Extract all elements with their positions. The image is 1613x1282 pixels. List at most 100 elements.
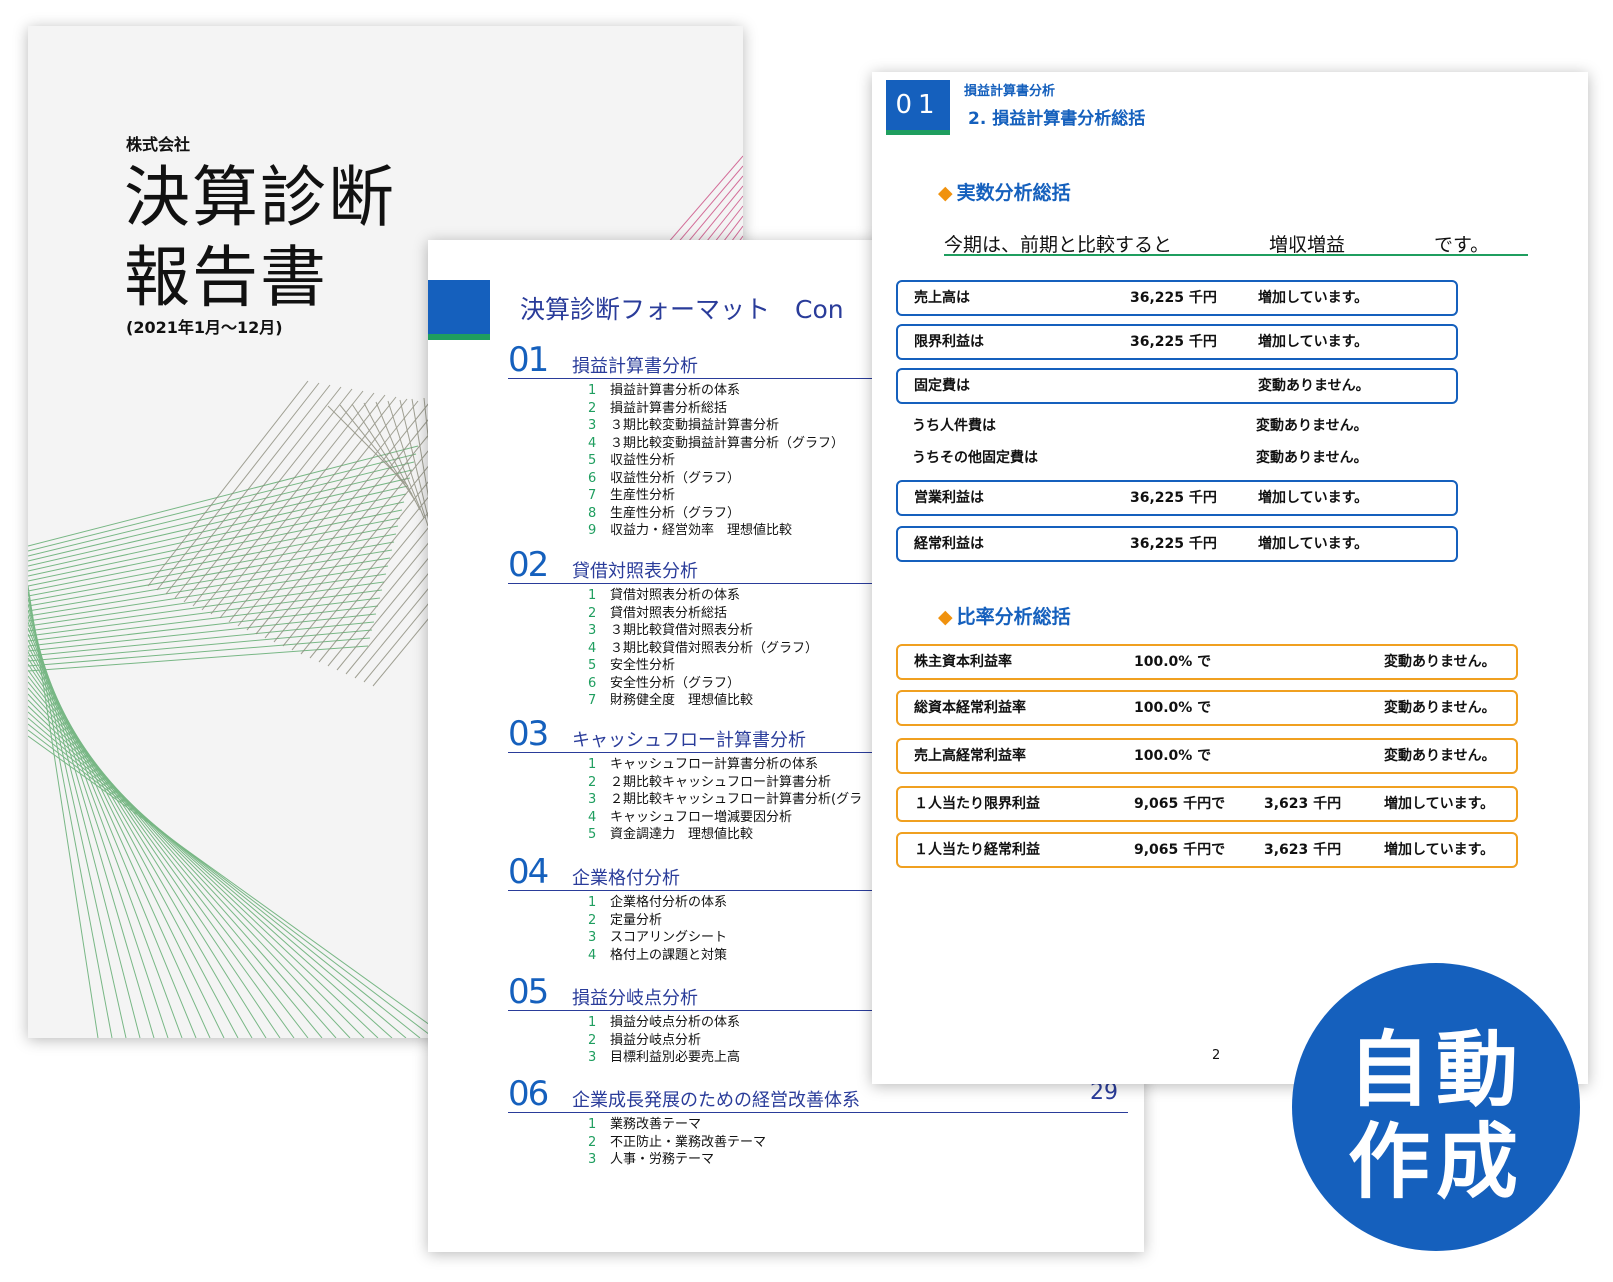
toc-item[interactable]: 1 貸借対照表分析の体系 (588, 587, 818, 605)
toc-item[interactable]: 4 キャッシュフロー増減要因分析 (588, 809, 862, 827)
toc-item[interactable]: 4 ３期比較変動損益計算書分析（グラフ） (588, 435, 844, 453)
toc-item[interactable]: 5 資金調達力 理想値比較 (588, 826, 862, 844)
row-label: うち人件費は (912, 418, 996, 434)
toc-item-title: 収益力・経営効率 理想値比較 (610, 523, 793, 538)
actual-analysis-row: 営業利益は 36,225 千円 増加しています。 (896, 480, 1458, 516)
row-status: 変動ありません。 (1384, 748, 1496, 764)
toc-item[interactable]: 3 ３期比較貸借対照表分析 (588, 622, 818, 640)
cover-decorative-line (28, 453, 417, 552)
cover-decorative-line (28, 687, 337, 1038)
toc-section-number: 02 (508, 545, 549, 585)
statement-result: 増収増益 (1269, 234, 1346, 256)
toc-item-number: 1 (588, 1015, 597, 1030)
cover-title-line1: 決算診断 (124, 159, 396, 236)
toc-item-title: ３期比較変動損益計算書分析 (610, 418, 780, 433)
row-status: 変動ありません。 (1384, 700, 1496, 716)
cover-decorative-line (28, 621, 375, 657)
row-value: 9,065 千円で (1134, 796, 1226, 812)
toc-item[interactable]: 2 貸借対照表分析総括 (588, 605, 818, 623)
toc-item[interactable]: 5 安全性分析 (588, 657, 818, 675)
toc-item-title: ３期比較貸借対照表分析 (610, 623, 754, 638)
toc-item[interactable]: 3 スコアリングシート (588, 929, 727, 947)
cover-decorative-line (165, 384, 331, 595)
cover-decorative-line (28, 663, 281, 1038)
row-extra: 3,623 千円 (1264, 796, 1342, 812)
toc-item-list: 1 損益計算書分析の体系 2 損益計算書分析総括 3 ３期比較変動損益計算書分析 4 ３期比較… (588, 382, 844, 540)
toc-item-title: ３期比較変動損益計算書分析（グラフ） (610, 435, 845, 451)
row-status: 増加しています。 (1384, 796, 1495, 812)
toc-item[interactable]: 2 定量分析 (588, 912, 727, 930)
toc-item[interactable]: 1 キャッシュフロー計算書分析の体系 (588, 756, 862, 774)
actual-analysis-row: 固定費は 変動ありません。 (896, 368, 1458, 404)
toc-section-title[interactable]: 損益分岐点分析 (572, 984, 698, 1010)
ratio-analysis-row: １人当たり経常利益 9,065 千円で 3,623 千円 増加しています。 (896, 832, 1518, 868)
actual-analysis-heading-text: 実数分析総括 (956, 182, 1071, 204)
ratio-analysis-row: 売上高経常利益率 100.0% で 変動ありません。 (896, 738, 1518, 774)
toc-item-number: 8 (588, 505, 597, 521)
toc-item[interactable]: 7 財務健全度 理想値比較 (588, 692, 818, 710)
toc-item[interactable]: 2 損益計算書分析総括 (588, 400, 844, 418)
toc-item[interactable]: 1 損益分岐点分析の体系 (588, 1014, 740, 1032)
toc-section-title[interactable]: 企業成長発展のための経営改善体系 (572, 1086, 860, 1112)
cover-period: (2021年1月～12月) (126, 318, 283, 337)
toc-item[interactable]: 6 収益性分析（グラフ） (588, 470, 844, 488)
toc-section-number: 03 (508, 714, 549, 754)
toc-item-number: 7 (588, 693, 597, 708)
toc-section-title[interactable]: キャッシュフロー計算書分析 (572, 726, 806, 752)
row-value: 36,225 千円 (1130, 490, 1217, 506)
statement-left: 今期は、前期と比較すると (944, 234, 1173, 256)
toc-item-title: 不正防止・業務改善テーマ (610, 1134, 767, 1150)
cover-decorative-line (28, 645, 239, 1038)
actual-analysis-row: うちその他固定費は 変動ありません。 (896, 442, 1458, 478)
toc-item-number: 6 (588, 675, 597, 691)
summary-page: 01 損益計算書分析 2. 損益計算書分析総括 ◆ 実数分析総括 今期は、前期と比… (872, 72, 1588, 1084)
toc-item-title: 損益分岐点分析の体系 (610, 1015, 741, 1030)
cover-company-label: 株式会社 (126, 135, 191, 154)
toc-item[interactable]: 3 人事・労務テーマ (588, 1151, 766, 1169)
toc-item[interactable]: 8 生産性分析（グラフ） (588, 505, 844, 523)
row-label: 総資本経常利益率 (914, 700, 1026, 716)
cover-decorative-line (28, 477, 411, 567)
toc-section-title[interactable]: 損益計算書分析 (572, 352, 698, 378)
cover-decorative-line (147, 380, 309, 587)
cover-decorative-line (28, 637, 371, 667)
toc-item[interactable]: 2 ２期比較キャッシュフロー計算書分析 (588, 774, 862, 792)
toc-item[interactable]: 3 ２期比較キャッシュフロー計算書分析(グラ (588, 791, 862, 809)
toc-item[interactable]: 5 収益性分析 (588, 452, 844, 470)
toc-item-number: 3 (588, 418, 597, 433)
cover-decorative-line (28, 681, 323, 1038)
row-value: 100.0% で (1134, 654, 1212, 670)
toc-item[interactable]: 6 安全性分析（グラフ） (588, 675, 818, 693)
toc-item[interactable]: 9 収益力・経営効率 理想値比較 (588, 522, 844, 540)
toc-item-title: 損益計算書分析総括 (610, 400, 728, 416)
toc-section-title[interactable]: 企業格付分析 (572, 864, 680, 890)
toc-item[interactable]: 1 業務改善テーマ (588, 1116, 766, 1134)
toc-item[interactable]: 2 不正防止・業務改善テーマ (588, 1134, 766, 1152)
toc-item-title: ２期比較キャッシュフロー計算書分析(グラ (610, 792, 863, 807)
cover-decorative-line (28, 557, 391, 617)
diamond-icon: ◆ (938, 182, 953, 204)
ratio-analysis-heading: ◆ 比率分析総括 (938, 602, 1071, 629)
toc-item[interactable]: 2 損益分岐点分析 (588, 1032, 740, 1050)
row-value: 100.0% で (1134, 700, 1212, 716)
toc-item[interactable]: 3 目標利益別必要売上高 (588, 1049, 740, 1067)
toc-item-list: 1 損益分岐点分析の体系 2 損益分岐点分析 3 目標利益別必要売上高 (588, 1014, 740, 1067)
section-category: 損益計算書分析 (964, 84, 1056, 99)
toc-item[interactable]: 7 生産性分析 (588, 487, 844, 505)
row-value: 9,065 千円で (1134, 842, 1226, 858)
summary-statement: 今期は、前期と比較すると 増収増益 です。 (944, 230, 1528, 256)
toc-section-number: 05 (508, 972, 549, 1012)
toc-section-title[interactable]: 貸借対照表分析 (572, 557, 698, 583)
toc-item[interactable]: 4 格付上の課題と対策 (588, 947, 727, 965)
cover-decorative-line (28, 445, 419, 547)
cover-decorative-line (28, 657, 267, 1038)
cover-decorative-line (28, 717, 407, 1038)
toc-item[interactable]: 1 損益計算書分析の体系 (588, 382, 844, 400)
toc-item[interactable]: 4 ３期比較貸借対照表分析（グラフ） (588, 640, 818, 658)
toc-item-number: 4 (588, 640, 597, 656)
toc-item[interactable]: 1 企業格付分析の体系 (588, 894, 727, 912)
row-label: うちその他固定費は (912, 450, 1038, 466)
toc-item-number: 1 (588, 383, 597, 398)
cover-decorative-line (255, 404, 441, 635)
toc-item[interactable]: 3 ３期比較変動損益計算書分析 (588, 417, 844, 435)
